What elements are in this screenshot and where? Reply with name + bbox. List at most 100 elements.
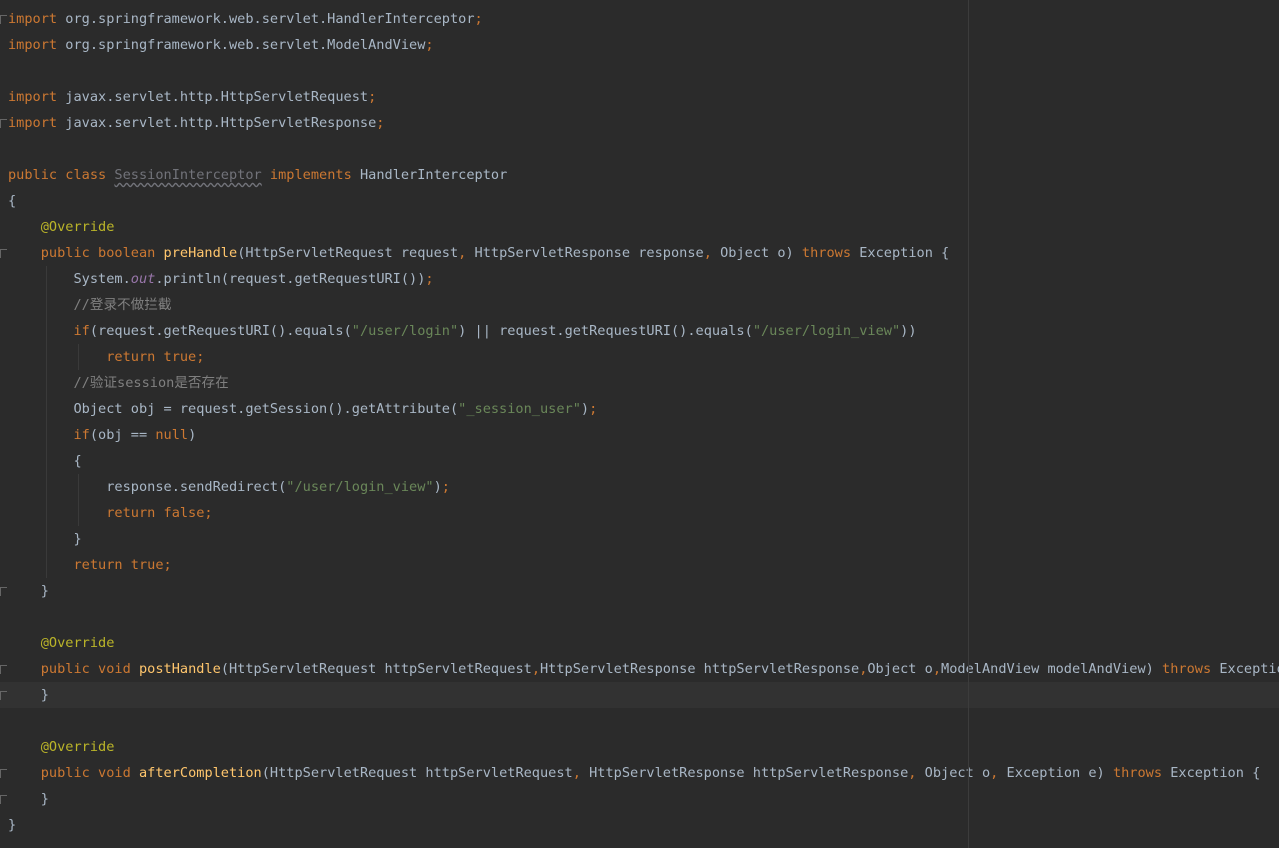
code-line[interactable]: import org.springframework.web.servlet.M… — [0, 32, 1279, 58]
code-line[interactable]: return true; — [0, 552, 1279, 578]
indent-guide — [46, 266, 47, 578]
code-line[interactable] — [0, 708, 1279, 734]
code-line[interactable]: if(request.getRequestURI().equals("/user… — [0, 318, 1279, 344]
code-editor[interactable]: import org.springframework.web.servlet.H… — [0, 6, 1279, 848]
code-line-text: } — [8, 526, 82, 552]
code-line[interactable]: Object obj = request.getSession().getAtt… — [0, 396, 1279, 422]
keyword-token: import — [8, 115, 58, 131]
code-line-text: System.out.println(request.getRequestURI… — [8, 266, 433, 292]
identifier-token: javax.servlet.http.HttpServletRequest — [57, 89, 369, 105]
code-line[interactable]: //验证session是否存在 — [0, 370, 1279, 396]
code-line-text: public class SessionInterceptor implemen… — [8, 162, 507, 188]
code-line[interactable]: @Override — [0, 734, 1279, 760]
identifier-token: } — [8, 817, 17, 833]
identifier-token: System. — [73, 271, 131, 287]
code-line-text: if(obj == null) — [8, 422, 196, 448]
identifier-token: javax.servlet.http.HttpServletResponse — [57, 115, 377, 131]
identifier-token: HttpServletResponse httpServletResponse — [540, 661, 860, 677]
identifier-token: (request.getRequestURI().equals( — [89, 323, 352, 339]
code-line[interactable]: @Override — [0, 214, 1279, 240]
code-line[interactable]: public class SessionInterceptor implemen… — [0, 162, 1279, 188]
code-line-text: return false; — [8, 500, 213, 526]
code-line-text: @Override — [8, 214, 115, 240]
code-line-text: return true; — [8, 552, 171, 578]
identifier-token: Object o) — [720, 245, 802, 261]
code-line[interactable]: { — [0, 188, 1279, 214]
keyword-token: ; — [474, 11, 483, 27]
comment-token: 验证 — [89, 375, 118, 391]
code-line[interactable]: System.out.println(request.getRequestURI… — [0, 266, 1279, 292]
string-literal: "_session_user" — [458, 401, 581, 417]
method-name: afterCompletion — [138, 765, 262, 781]
code-line[interactable]: import org.springframework.web.servlet.H… — [0, 6, 1279, 32]
fold-marker-icon[interactable] — [0, 119, 7, 128]
code-line[interactable]: if(obj == null) — [0, 422, 1279, 448]
identifier-token: } — [73, 531, 82, 547]
fold-marker-icon[interactable] — [0, 795, 7, 804]
code-line[interactable]: import javax.servlet.http.HttpServletRes… — [0, 110, 1279, 136]
keyword-token: ; — [589, 401, 598, 417]
code-line[interactable]: public void postHandle(HttpServletReques… — [0, 656, 1279, 682]
code-line[interactable] — [0, 604, 1279, 630]
fold-marker-icon[interactable] — [0, 691, 7, 700]
comment-token: // — [73, 375, 90, 391]
code-line[interactable]: } — [0, 578, 1279, 604]
fold-marker-icon[interactable] — [0, 249, 7, 258]
code-line[interactable]: public boolean preHandle(HttpServletRequ… — [0, 240, 1279, 266]
comment-token: 是否存在 — [174, 375, 229, 391]
code-line-text: import org.springframework.web.servlet.H… — [8, 6, 483, 32]
code-line[interactable]: { — [0, 448, 1279, 474]
code-line[interactable]: } — [0, 786, 1279, 812]
code-line[interactable]: return true; — [0, 344, 1279, 370]
code-line[interactable]: } — [0, 526, 1279, 552]
annotation-token: @Override — [40, 739, 115, 755]
keyword-token: return false; — [106, 505, 213, 521]
fold-marker-icon[interactable] — [0, 587, 7, 596]
fold-marker-icon[interactable] — [0, 665, 7, 674]
identifier-token: ) — [433, 479, 442, 495]
identifier-token: (HttpServletRequest httpServletRequest — [220, 661, 532, 677]
identifier-token: (HttpServletRequest httpServletRequest — [261, 765, 573, 781]
identifier-token: ) || request.getRequestURI().equals( — [458, 323, 753, 339]
fold-marker-icon[interactable] — [0, 769, 7, 778]
keyword-token: ; — [368, 89, 377, 105]
code-line[interactable]: } — [0, 682, 1279, 708]
code-line[interactable]: return false; — [0, 500, 1279, 526]
identifier-token: org.springframework.web.servlet.ModelAnd… — [57, 37, 426, 53]
keyword-token: ; — [441, 479, 450, 495]
fold-marker-icon[interactable] — [0, 15, 7, 24]
identifier-token: org.springframework.web.servlet.HandlerI… — [57, 11, 475, 27]
keyword-token: return true; — [106, 349, 205, 365]
code-line[interactable]: //登录不做拦截 — [0, 292, 1279, 318]
code-line[interactable] — [0, 136, 1279, 162]
code-line[interactable]: response.sendRedirect("/user/login_view"… — [0, 474, 1279, 500]
code-line[interactable]: import javax.servlet.http.HttpServletReq… — [0, 84, 1279, 110]
identifier-token: Object o — [924, 765, 991, 781]
identifier-token: Exception { — [1219, 661, 1279, 677]
identifier-token: } — [40, 687, 49, 703]
code-line-text: //验证session是否存在 — [8, 370, 229, 396]
code-line[interactable]: public void afterCompletion(HttpServletR… — [0, 760, 1279, 786]
code-line[interactable]: @Override — [0, 630, 1279, 656]
identifier-token: { — [8, 193, 17, 209]
code-line-text: Object obj = request.getSession().getAtt… — [8, 396, 597, 422]
identifier-token: HttpServletResponse response — [474, 245, 704, 261]
keyword-token: , — [990, 765, 1007, 781]
code-line[interactable] — [0, 58, 1279, 84]
identifier-token: Object o — [867, 661, 933, 677]
identifier-token: (obj == — [89, 427, 156, 443]
code-line[interactable]: } — [0, 812, 1279, 838]
keyword-token: public class — [8, 167, 115, 183]
identifier-token: .println(request.getRequestURI()) — [155, 271, 426, 287]
code-line-text: //登录不做拦截 — [8, 292, 171, 318]
keyword-token: , — [572, 765, 590, 781]
string-literal: "/user/login" — [351, 323, 459, 339]
method-name: postHandle — [138, 661, 221, 677]
